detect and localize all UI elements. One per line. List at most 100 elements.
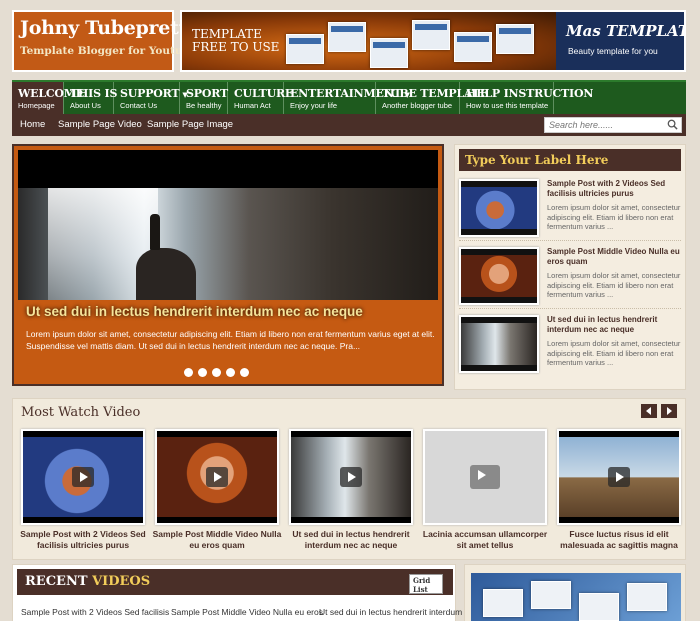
label-post[interactable]: Sample Post Middle Video Nulla eu eros q… — [459, 245, 681, 309]
search-icon[interactable] — [667, 119, 678, 130]
template-preview-image — [412, 20, 450, 50]
template-preview-image — [370, 38, 408, 68]
label-widget-title: Type Your Label Here — [459, 149, 681, 171]
label-post[interactable]: Ut sed dui in lectus hendrerit interdum … — [459, 313, 681, 377]
nav-item-culture[interactable]: CULTURE Human Act — [228, 82, 294, 114]
slider-pagination — [184, 368, 254, 380]
sidebar-ad[interactable] — [464, 564, 686, 621]
slider-dot-1[interactable] — [184, 368, 193, 377]
most-watch-section: Most Watch Video Sample Post with 2 Vide… — [12, 398, 686, 560]
carousel-next-button[interactable] — [661, 404, 677, 418]
video-caption[interactable]: Ut sed dui in lectus hendrerit interdum … — [285, 529, 417, 551]
post-title[interactable]: Sample Post with 2 Videos Sed facilisis … — [547, 179, 681, 199]
post-title[interactable]: Sample Post Middle Video Nulla eu eros q… — [547, 247, 681, 267]
video-caption[interactable]: Lacinia accumsan ullamcorper sit amet te… — [419, 529, 551, 551]
template-preview-image — [496, 24, 534, 54]
slider-dot-2[interactable] — [198, 368, 207, 377]
nav-item-entertainment[interactable]: ENTERTAINMENT ▼ Enjoy your life — [284, 82, 410, 114]
title-part-b: VIDEOS — [92, 574, 151, 589]
play-icon[interactable] — [206, 467, 228, 487]
label-post[interactable]: Sample Post with 2 Videos Sed facilisis … — [459, 177, 681, 241]
video-caption[interactable]: Sample Post with 2 Videos Sed facilisis … — [17, 529, 149, 551]
subnav-link-sample-page-image[interactable]: Sample Page Image — [147, 119, 233, 130]
play-icon[interactable] — [608, 467, 630, 487]
video-thumbnail[interactable] — [289, 429, 413, 525]
site-title[interactable]: Johny Tubeprett — [20, 17, 187, 39]
thumbnail-art — [461, 187, 537, 229]
template-preview-image — [627, 583, 667, 611]
search-input[interactable] — [545, 118, 661, 132]
post-thumbnail[interactable] — [459, 315, 539, 373]
video-caption[interactable]: Fusce luctus risus id elit malesuada ac … — [553, 529, 685, 551]
video-thumbnail[interactable] — [21, 429, 145, 525]
play-icon[interactable] — [340, 467, 362, 487]
view-list-option[interactable]: List — [413, 585, 428, 594]
play-icon[interactable] — [72, 467, 94, 487]
post-thumbnail[interactable] — [459, 247, 539, 305]
nav-label: WELCOME — [18, 87, 84, 100]
nav-label: ENTERTAINMENT ▼ — [290, 87, 410, 100]
post-excerpt: Lorem ipsum dolor sit amet, consectetur … — [547, 339, 681, 367]
play-icon[interactable] — [470, 465, 500, 489]
sub-nav: Home Sample Page Video Sample Page Image — [12, 114, 686, 136]
nav-label: TUBE TEMPLATE — [382, 87, 488, 100]
video-thumbnail[interactable] — [155, 429, 279, 525]
slider-caption[interactable]: Ut sed dui in lectus hendrerit interdum … — [26, 304, 434, 319]
template-preview-image — [483, 589, 523, 617]
mas-template-brand: Mas TEMPLATE Beauty template for you — [556, 12, 684, 70]
rock-silhouette — [136, 248, 196, 300]
view-grid-option[interactable]: Grid — [413, 576, 439, 585]
video-thumbnail[interactable] — [423, 429, 547, 525]
site-logo[interactable]: Johny Tubeprett Template Blogger for You… — [12, 10, 197, 72]
post-thumbnail[interactable] — [459, 179, 539, 237]
slider-image[interactable] — [18, 188, 438, 300]
recent-video-title[interactable]: Ut sed dui in lectus hendrerit interdum — [319, 607, 462, 617]
search-box — [544, 117, 682, 133]
nav-item-tube-template[interactable]: TUBE TEMPLATE Another blogger tube — [376, 82, 488, 114]
video-thumbnail[interactable] — [557, 429, 681, 525]
main-nav: WELCOME Homepage THIS IS About Us SUPPOR… — [12, 80, 686, 114]
subnav-link-sample-page-video[interactable]: Sample Page Video — [58, 119, 142, 130]
nav-desc: Enjoy your life — [290, 101, 338, 110]
slider-dot-5[interactable] — [240, 368, 249, 377]
featured-slider[interactable]: Ut sed dui in lectus hendrerit interdum … — [12, 144, 444, 386]
section-title: Most Watch Video — [21, 405, 141, 420]
subnav-link-home[interactable]: Home — [20, 119, 45, 130]
section-title: RECENT VIDEOS Grid List — [17, 569, 453, 595]
template-preview-image — [454, 32, 492, 62]
view-toggle[interactable]: Grid List — [409, 574, 443, 594]
video-caption[interactable]: Sample Post Middle Video Nulla eu eros q… — [151, 529, 283, 551]
slider-dot-3[interactable] — [212, 368, 221, 377]
nav-label: HELP INSTRUCTION — [466, 87, 594, 100]
title-part-a: RECENT — [25, 574, 88, 589]
recent-video-title[interactable]: Sample Post Middle Video Nulla eu eros — [171, 607, 323, 617]
nav-item-welcome[interactable]: WELCOME Homepage — [12, 82, 84, 114]
post-excerpt: Lorem ipsum dolor sit amet, consectetur … — [547, 203, 681, 231]
slider-description: Lorem ipsum dolor sit amet, consectetur … — [26, 329, 435, 351]
template-preview-image — [286, 34, 324, 64]
nav-desc: Human Act — [234, 101, 271, 110]
nav-desc: About Us — [70, 101, 101, 110]
recent-video-title[interactable]: Sample Post with 2 Videos Sed facilisis — [21, 607, 169, 617]
nav-label: THIS IS — [70, 87, 118, 100]
post-title[interactable]: Ut sed dui in lectus hendrerit interdum … — [547, 315, 681, 335]
slider-dot-4[interactable] — [226, 368, 235, 377]
nav-desc: How to use this template — [466, 101, 549, 110]
nav-item-support[interactable]: SUPPORT ▼ Contact Us — [114, 82, 188, 114]
thumbnail-art — [461, 323, 537, 365]
slider-top-bar — [18, 150, 438, 188]
nav-desc: Another blogger tube — [382, 101, 453, 110]
ad-image — [471, 573, 681, 621]
nav-label: CULTURE — [234, 87, 294, 100]
template-preview-image — [531, 581, 571, 609]
nav-item-this-is[interactable]: THIS IS About Us — [64, 82, 118, 114]
nav-item-help-instruction[interactable]: HELP INSTRUCTION How to use this templat… — [460, 82, 594, 114]
nav-desc: Homepage — [18, 101, 55, 110]
header-banner-ad[interactable]: TEMPLATE FREE TO USE Mas TEMPLATE Beauty… — [180, 10, 686, 72]
nav-item-sport[interactable]: SPORT Be healthy — [180, 82, 228, 114]
carousel-prev-button[interactable] — [641, 404, 657, 418]
mas-template-logo: Mas TEMPLATE — [566, 22, 684, 40]
mas-template-tagline: Beauty template for you — [568, 46, 658, 56]
recent-videos-section: RECENT VIDEOS Grid List Sample Post with… — [12, 564, 462, 621]
figure-silhouette — [150, 214, 160, 250]
